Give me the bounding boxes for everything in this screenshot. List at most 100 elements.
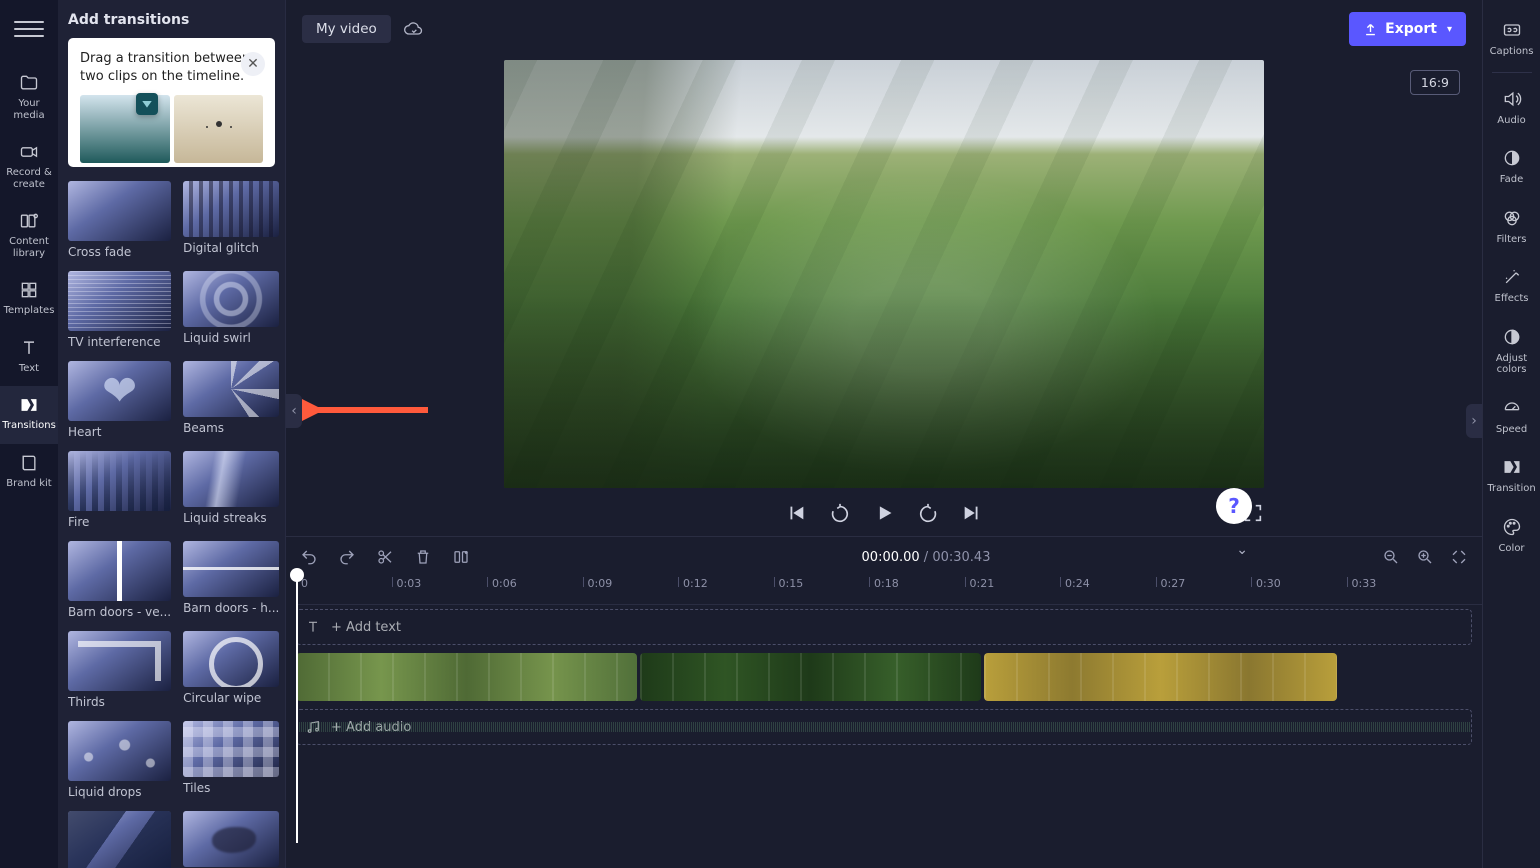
nav-text[interactable]: Text — [0, 329, 58, 387]
rr-color[interactable]: Color — [1483, 507, 1540, 567]
playback-controls: ? ⌄ — [504, 502, 1264, 524]
transition-label: Liquid swirl — [183, 331, 279, 345]
video-clip-2[interactable] — [640, 653, 981, 701]
transition-thirds[interactable]: Thirds — [68, 631, 171, 709]
aspect-ratio-button[interactable]: 16:9 — [1410, 70, 1460, 95]
nav-label: Record & create — [2, 167, 56, 190]
rr-audio[interactable]: Audio — [1483, 79, 1540, 139]
speaker-icon — [1502, 89, 1522, 109]
nav-label: Text — [19, 363, 39, 375]
rr-effects[interactable]: Effects — [1483, 257, 1540, 317]
transitions-panel: Add transitions Drag a transition betwee… — [58, 0, 286, 868]
transition-close[interactable]: Close — [68, 811, 171, 868]
folder-icon — [19, 74, 39, 92]
nav-record-create[interactable]: Record & create — [0, 133, 58, 202]
nav-brand-kit[interactable]: Brand kit — [0, 444, 58, 502]
split-button[interactable] — [452, 548, 470, 566]
panel-collapse-handle[interactable] — [286, 394, 302, 428]
transition-drops[interactable]: Liquid drops — [68, 721, 171, 799]
nav-transitions[interactable]: Transitions — [0, 386, 58, 444]
transition-label: TV interference — [68, 335, 171, 349]
transition-thumb — [183, 541, 279, 597]
transition-heart[interactable]: Heart — [68, 361, 171, 439]
grid-icon — [19, 281, 39, 299]
transition-label: Liquid streaks — [183, 511, 279, 525]
rr-adjust-colors[interactable]: Adjust colors — [1483, 317, 1540, 388]
audio-track[interactable]: + Add audio — [296, 709, 1472, 745]
text-track[interactable]: + Add text — [296, 609, 1472, 645]
filters-icon — [1502, 208, 1522, 228]
tip-text: Drag a transition between two clips on t… — [80, 51, 250, 84]
menu-button[interactable] — [14, 14, 44, 44]
transition-thumb — [68, 181, 171, 241]
tip-close-button[interactable]: ✕ — [241, 52, 265, 76]
export-button[interactable]: Export ▾ — [1349, 12, 1466, 46]
main-area: My video Export ▾ 16:9 ? ⌄ — [286, 0, 1482, 868]
transition-circ[interactable]: Circular wipe — [183, 631, 279, 709]
export-label: Export — [1385, 21, 1437, 37]
transition-thumb — [68, 541, 171, 601]
transition-thumb — [183, 631, 279, 687]
timeline-ruler[interactable]: 00:030:060:090:120:150:180:210:240:270:3… — [296, 577, 1482, 605]
transition-thumb — [183, 271, 279, 327]
transition-fire[interactable]: Fire — [68, 451, 171, 529]
nav-templates[interactable]: Templates — [0, 271, 58, 329]
right-panel-collapse-handle[interactable] — [1466, 404, 1482, 438]
zoom-out-button[interactable] — [1382, 548, 1400, 566]
undo-button[interactable] — [300, 548, 318, 566]
transition-digital[interactable]: Digital glitch — [183, 181, 279, 259]
help-button[interactable]: ? — [1216, 488, 1252, 524]
transition-thumb — [183, 811, 279, 867]
transition-barnv[interactable]: Barn doors - ve... — [68, 541, 171, 619]
transition-tiles[interactable]: Tiles — [183, 721, 279, 799]
transition-label: Cross fade — [68, 245, 171, 259]
help-chevron-down-icon[interactable]: ⌄ — [1236, 542, 1248, 558]
rr-captions[interactable]: Captions — [1483, 10, 1540, 70]
redo-button[interactable] — [338, 548, 356, 566]
rr-transition[interactable]: Transition — [1483, 447, 1540, 507]
nav-content-library[interactable]: Content library — [0, 202, 58, 271]
rr-speed[interactable]: Speed — [1483, 388, 1540, 448]
rewind-button[interactable] — [829, 502, 851, 524]
transition-thumb — [68, 631, 171, 691]
preview-canvas[interactable] — [504, 60, 1264, 488]
add-text-label: + Add text — [331, 620, 401, 635]
transition-label: Barn doors - ve... — [68, 605, 171, 619]
rr-fade[interactable]: Fade — [1483, 138, 1540, 198]
library-icon — [19, 212, 39, 230]
play-button[interactable] — [873, 502, 895, 524]
forward-button[interactable] — [917, 502, 939, 524]
ruler-tick: 0:30 — [1251, 577, 1281, 587]
skip-start-button[interactable] — [785, 502, 807, 524]
nav-label: Templates — [4, 305, 55, 317]
video-clip-3[interactable] — [984, 653, 1337, 701]
delete-button[interactable] — [414, 548, 432, 566]
transition-cross[interactable]: Cross fade — [68, 181, 171, 259]
transition-streak[interactable]: Liquid streaks — [183, 451, 279, 529]
transition-icon — [19, 396, 39, 414]
right-tool-rail: Captions Audio Fade Filters Effects Adju… — [1482, 0, 1540, 868]
transition-swirl[interactable]: Liquid swirl — [183, 271, 279, 349]
fit-button[interactable] — [1450, 548, 1468, 566]
nav-your-media[interactable]: Your media — [0, 64, 58, 133]
project-title-input[interactable]: My video — [302, 15, 391, 43]
video-clip-1[interactable] — [296, 653, 637, 701]
rr-filters[interactable]: Filters — [1483, 198, 1540, 258]
cloud-sync-icon[interactable] — [403, 19, 423, 39]
transition-ink[interactable]: Ink — [183, 811, 279, 868]
transition-label: Tiles — [183, 781, 279, 795]
zoom-in-button[interactable] — [1416, 548, 1434, 566]
top-bar: My video Export ▾ — [286, 0, 1482, 58]
cut-button[interactable] — [376, 548, 394, 566]
transition-barnh[interactable]: Barn doors - h... — [183, 541, 279, 619]
ruler-tick: 0:21 — [965, 577, 995, 587]
video-track[interactable] — [296, 653, 1472, 701]
skip-end-button[interactable] — [961, 502, 983, 524]
nav-label: Brand kit — [6, 478, 51, 490]
playhead[interactable] — [296, 575, 298, 843]
ruler-tick: 0:03 — [392, 577, 422, 587]
timecode: 00:00.00 / 00:30.43 — [490, 550, 1362, 565]
waveform — [297, 722, 1471, 732]
transition-beams[interactable]: Beams — [183, 361, 279, 439]
transition-tv[interactable]: TV interference — [68, 271, 171, 349]
